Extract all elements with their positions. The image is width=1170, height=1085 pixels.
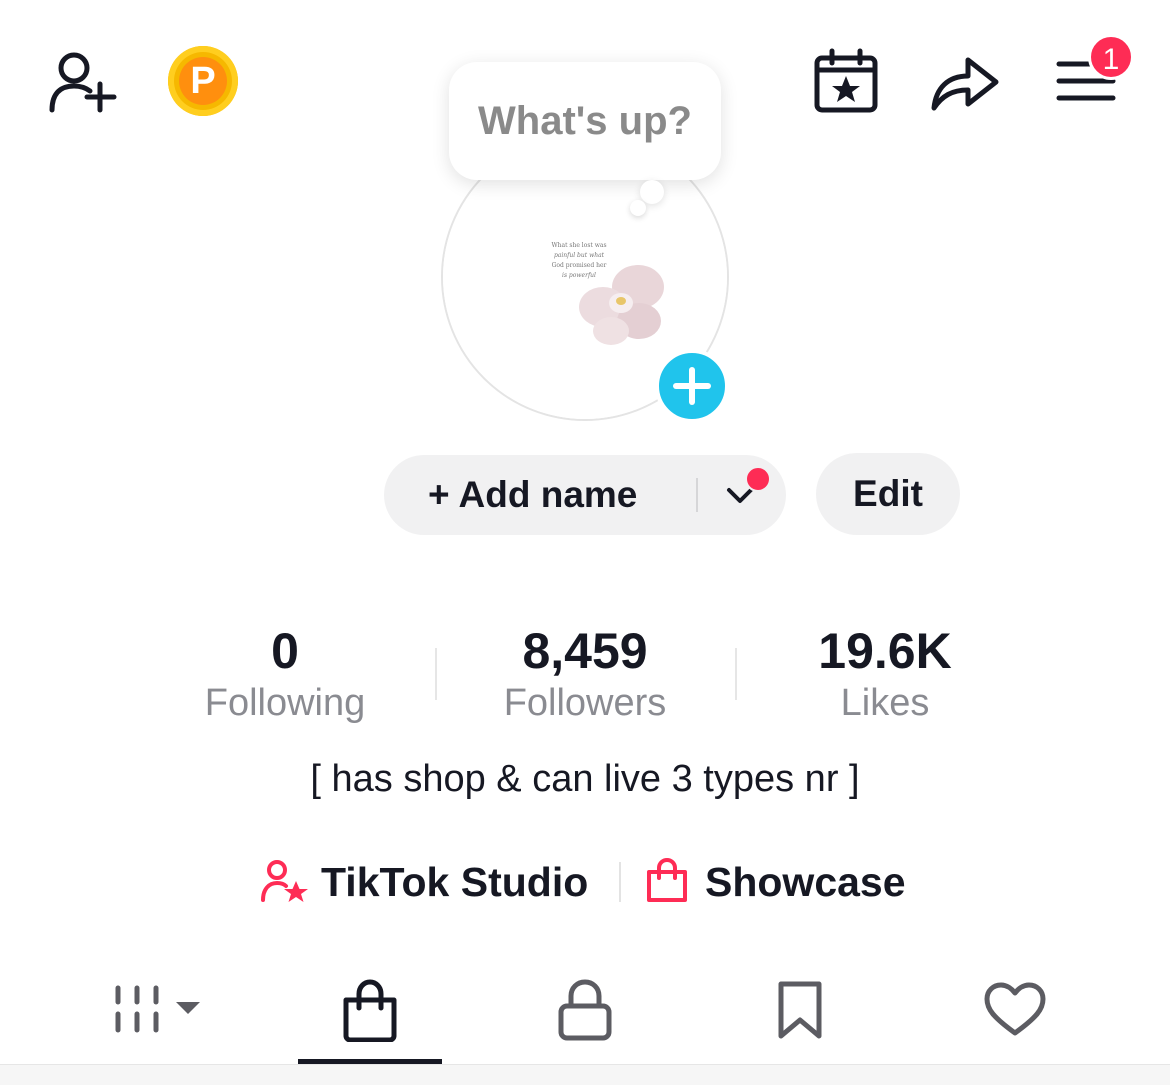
tiktok-studio-link[interactable]: TikTok Studio [321,852,588,912]
bubble-tail-dot [640,180,664,204]
lock-icon [558,979,612,1041]
avatar-caption-line: painful but what [554,252,605,259]
notification-badge: 1 [1088,34,1134,80]
add-avatar-button[interactable] [655,349,729,423]
edit-profile-button[interactable]: Edit [816,453,960,535]
avatar-caption-line: is powerful [562,272,596,279]
divider [619,862,621,902]
person-star-icon [261,860,308,902]
followers-label: Followers [503,682,667,724]
coins-button[interactable]: P [168,46,238,116]
new-indicator-dot [745,466,771,492]
bubble-tail-dot [630,200,646,216]
calendar-button[interactable] [813,48,879,114]
profile-bio[interactable]: [ has shop & can live 3 types nr ] [0,758,1170,801]
add-name-label: + Add name [428,474,638,515]
likes-count[interactable]: 19.6K [735,622,1035,680]
status-bubble-text: What's up? [478,98,692,143]
shopping-bag-icon [647,858,687,902]
divider [696,478,698,512]
tab-saved[interactable] [750,965,850,1055]
coin-icon: P [179,57,227,105]
avatar-caption-line: God promised her [552,262,607,269]
calendar-star-icon [814,48,878,113]
following-label: Following [204,682,366,724]
followers-count[interactable]: 8,459 [435,622,735,680]
following-count[interactable]: 0 [135,622,435,680]
bookmark-icon [778,981,822,1039]
person-add-icon [49,52,117,113]
avatar-caption-line: What she lost was [551,242,606,249]
share-arrow-icon [931,57,999,111]
tab-liked[interactable] [965,965,1065,1055]
tab-videos[interactable] [106,965,206,1055]
plus-icon [673,367,711,405]
content-area-edge [0,1064,1170,1085]
tiktok-studio-link-icon-wrap[interactable] [261,859,309,903]
add-friend-button[interactable] [48,50,120,114]
grid-icon [115,985,200,1033]
share-button[interactable] [928,52,1002,114]
tab-private[interactable] [535,965,635,1055]
showcase-link-icon-wrap[interactable] [645,858,689,904]
showcase-link[interactable]: Showcase [705,852,906,912]
shopping-bag-icon [343,979,397,1042]
status-bubble[interactable]: What's up? [449,62,721,180]
heart-icon [984,982,1046,1036]
tab-shop[interactable] [320,965,420,1055]
likes-label: Likes [840,682,930,724]
